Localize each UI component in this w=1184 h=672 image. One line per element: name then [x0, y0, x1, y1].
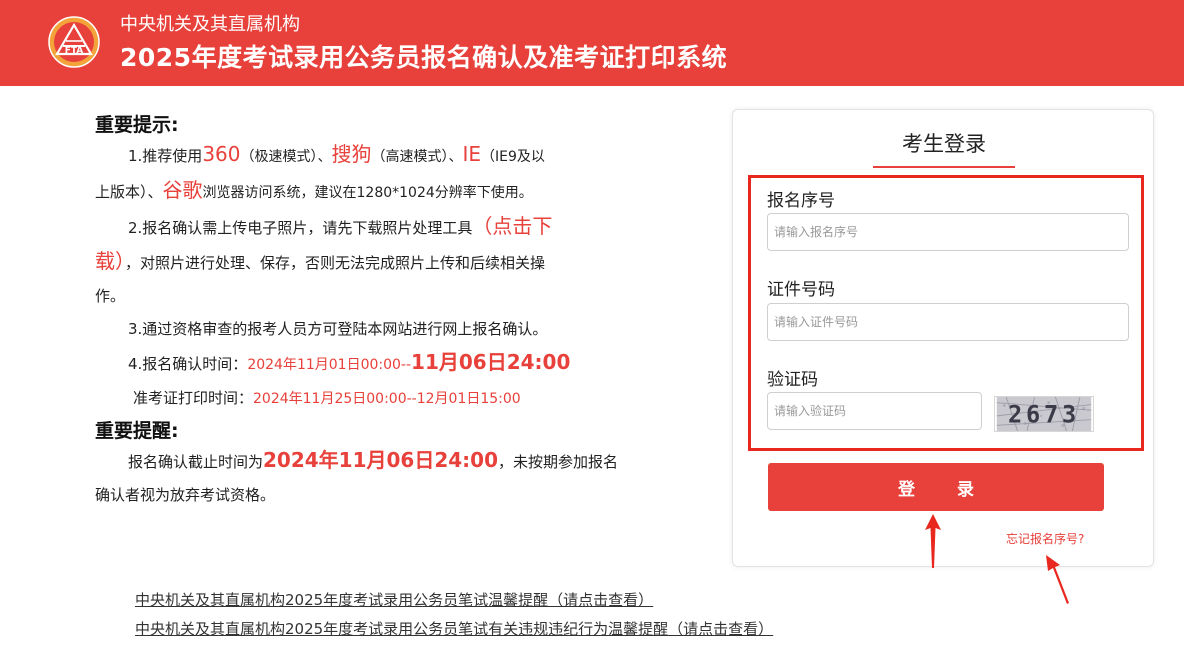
tip-2-pre: 2.报名确认需上传电子照片，请先下载照片处理工具	[128, 219, 473, 237]
tip-1: 1.推荐使用360（极速模式）、搜狗（高速模式）、IE（IE9及以	[95, 138, 695, 174]
notice-heading: 重要提示:	[95, 114, 179, 136]
id-number-input[interactable]: 请输入证件号码	[767, 303, 1129, 341]
reminder-deadline: 2024年11月06日24:00	[263, 448, 499, 472]
download-tool-link[interactable]: （点击下	[472, 214, 552, 238]
captcha-image[interactable]: 2673	[994, 396, 1094, 432]
tip-2-post: ，对照片进行处理、保存，否则无法完成照片上传和后续相关操	[125, 254, 546, 272]
tip-4-label: 4.报名确认时间：	[128, 355, 248, 373]
header-bar: FTA 中央机关及其直属机构 2025年度考试录用公务员报名确认及准考证打印系统	[0, 0, 1184, 86]
reminder-text: 报名确认截止时间为2024年11月06日24:00，未按期参加报名	[95, 444, 695, 479]
print-time-range: 2024年11月25日00:00--12月01日15:00	[253, 391, 521, 407]
tip-1-post: 浏览器访问系统，建议在1280*1024分辨率下使用。	[202, 185, 533, 201]
id-number-label: 证件号码	[767, 280, 835, 300]
forgot-reg-number-link[interactable]: 忘记报名序号?	[1006, 530, 1084, 547]
page-title: 2025年度考试录用公务员报名确认及准考证打印系统	[120, 43, 728, 72]
tip-1-line2: 上版本）、	[95, 183, 163, 201]
login-title: 考生登录	[873, 128, 1015, 168]
tip-1-mode-360: （极速模式）、	[240, 149, 332, 165]
arrow-up-left-icon	[1046, 555, 1069, 604]
download-tool-link-end[interactable]: 载）	[95, 249, 125, 273]
captcha-input[interactable]: 请输入验证码	[767, 392, 982, 430]
reg-number-input[interactable]: 请输入报名序号	[767, 213, 1129, 251]
header-subtitle: 中央机关及其直属机构	[120, 14, 300, 35]
violation-reminder-link[interactable]: 中央机关及其直属机构2025年度考试录用公务员笔试有关违规违纪行为温馨提醒（请点…	[135, 615, 773, 644]
tip-3: 3.通过资格审查的报考人员方可登陆本网站进行网上报名确认。	[128, 320, 548, 338]
tip-1-mode-sogou: （高速模式）、	[371, 149, 463, 165]
print-time: 准考证打印时间：2024年11月25日00:00--12月01日15:00	[95, 382, 695, 416]
captcha-label: 验证码	[767, 370, 818, 390]
browser-360: 360	[202, 142, 241, 166]
browser-chrome: 谷歌	[162, 178, 203, 202]
captcha-code: 2673	[1008, 401, 1080, 429]
reg-number-label: 报名序号	[767, 191, 835, 211]
notice-section: 重要提示: 1.推荐使用360（极速模式）、搜狗（高速模式）、IE（IE9及以 …	[95, 112, 695, 512]
confirm-end-time: 11月06日24:00	[411, 350, 571, 374]
confirm-start-time: 2024年11月01日00:00--	[247, 357, 412, 373]
exam-reminder-link[interactable]: 中央机关及其直属机构2025年度考试录用公务员笔试温馨提醒（请点击查看）	[135, 586, 773, 615]
svg-text:FTA: FTA	[65, 46, 84, 56]
tip-2: 2.报名确认需上传电子照片，请先下载照片处理工具（点击下	[95, 210, 695, 245]
login-button[interactable]: 登 录	[768, 463, 1104, 511]
tip-2-cont: 载），对照片进行处理、保存，否则无法完成照片上传和后续相关操	[95, 245, 695, 280]
tip-1-pre: 1.推荐使用	[128, 147, 203, 165]
tip-2-end: 作。	[95, 287, 126, 305]
reminder-end: 确认者视为放弃考试资格。	[95, 486, 276, 504]
tip-1-cont: 上版本）、谷歌浏览器访问系统，建议在1280*1024分辨率下使用。	[95, 174, 695, 210]
browser-ie: IE	[462, 142, 482, 166]
reminder-pre: 报名确认截止时间为	[128, 453, 264, 471]
tip-4: 4.报名确认时间：2024年11月01日00:00--11月06日24:00	[95, 346, 695, 382]
notice-links: 中央机关及其直属机构2025年度考试录用公务员笔试温馨提醒（请点击查看） 中央机…	[135, 586, 773, 644]
reminder-post: ，未按期参加报名	[498, 453, 619, 471]
arrow-up-icon	[925, 514, 941, 568]
tip-1-mode-ie: （IE9及以	[481, 149, 545, 165]
browser-sogou: 搜狗	[331, 142, 372, 166]
fta-logo-icon: FTA	[48, 16, 100, 68]
reminder-heading: 重要提醒:	[95, 420, 179, 442]
print-time-label: 准考证打印时间：	[133, 389, 254, 407]
